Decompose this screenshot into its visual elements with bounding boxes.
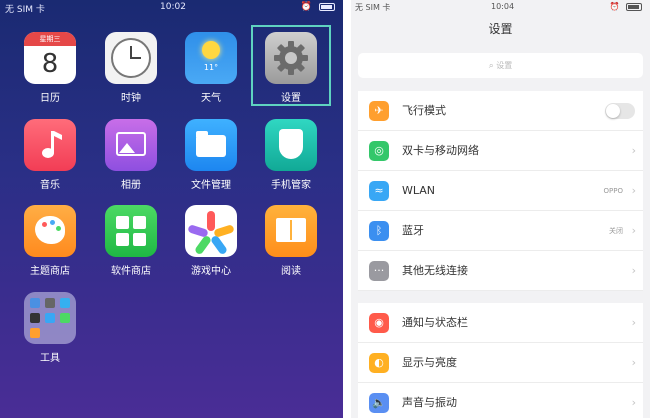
calendar-icon: 星期三 8 [24,32,76,84]
settings-screen: 无 SIM 卡 10:04 ⏰ 设置 ⌕ 设置 ✈ 飞行模式 ◎ 双卡与移动网络… [351,0,650,418]
app-reading[interactable]: 阅读 [256,205,326,277]
wifi-icon: ≈ [369,181,389,201]
chevron-right-icon: › [631,144,636,157]
app-gallery[interactable]: 相册 [96,119,166,191]
settings-item-airplane-mode[interactable]: ✈ 飞行模式 [358,91,643,131]
photo-icon [105,119,157,171]
alarm-icon: ⏰ [300,2,313,12]
wlan-value: OPPO [603,187,623,195]
search-icon: ⌕ [488,61,494,71]
app-software-store[interactable]: 软件商店 [96,205,166,277]
app-phone-manager[interactable]: 手机管家 [256,119,326,191]
app-label: 文件管理 [191,180,231,191]
notification-icon: ◉ [369,313,389,333]
app-theme-store[interactable]: 主题商店 [15,205,85,277]
search-input[interactable]: ⌕ 设置 [358,53,643,78]
app-tools-folder[interactable]: 工具 [15,292,85,364]
screenshot-root: 无 SIM 卡 10:02 ⏰ 星期三 8 日历 时钟 11° 天气 设置 音乐… [0,0,650,418]
weather-icon: 11° [185,32,237,84]
app-label: 日历 [40,93,60,104]
chevron-right-icon: › [631,316,636,329]
weather-temp: 11° [203,63,219,72]
brightness-icon: ◐ [369,353,389,373]
chevron-right-icon: › [631,184,636,197]
home-screen: 无 SIM 卡 10:02 ⏰ 星期三 8 日历 时钟 11° 天气 设置 音乐… [0,0,343,418]
app-file-manager[interactable]: 文件管理 [176,119,246,191]
shield-icon [265,119,317,171]
airplane-mode-toggle[interactable] [605,103,635,119]
settings-item-wlan[interactable]: ≈ WLAN OPPO › [358,171,643,211]
home-carrier-text: 无 SIM 卡 [5,5,45,15]
app-label: 天气 [201,93,221,104]
settings-status-bar: 无 SIM 卡 10:04 ⏰ [351,0,650,14]
settings-item-other-wireless[interactable]: ··· 其他无线连接 › [358,251,643,291]
app-game-center[interactable]: 游戏中心 [176,205,246,277]
settings-item-display[interactable]: ◐ 显示与亮度 › [358,343,643,383]
settings-item-label: 蓝牙 [402,224,424,237]
app-calendar[interactable]: 星期三 8 日历 [15,32,85,104]
chevron-right-icon: › [631,396,636,409]
settings-item-label: 双卡与移动网络 [402,144,479,157]
gear-icon [265,32,317,84]
app-label: 工具 [40,353,60,364]
app-settings[interactable]: 设置 [256,32,326,104]
app-label: 手机管家 [271,180,311,191]
more-dots-icon: ··· [369,261,389,281]
home-time: 10:02 [160,2,186,12]
calendar-weekday: 星期三 [24,32,76,46]
app-label: 音乐 [40,180,60,191]
settings-item-label: 其他无线连接 [402,264,468,277]
airplane-icon: ✈ [369,101,389,121]
settings-item-label: 声音与振动 [402,396,457,409]
chevron-right-icon: › [631,264,636,277]
chevron-right-icon: › [631,224,636,237]
app-label: 主题商店 [30,266,70,277]
clock-icon [105,32,157,84]
folder-tools-icon [24,292,76,344]
palette-icon [24,205,76,257]
home-status-icons: ⏰ [301,2,335,12]
app-weather[interactable]: 11° 天气 [176,32,246,104]
calendar-date: 8 [41,49,59,79]
settings-status-icons: ⏰ [609,2,642,11]
settings-item-sound[interactable]: 🔈 声音与振动 › [358,383,643,418]
settings-item-sim-network[interactable]: ◎ 双卡与移动网络 › [358,131,643,171]
battery-icon [626,2,642,11]
music-note-icon [24,119,76,171]
game-star-icon [185,205,237,257]
settings-item-label: 通知与状态栏 [402,316,468,329]
home-status-bar: 无 SIM 卡 10:02 ⏰ [0,0,343,16]
search-placeholder: 设置 [496,61,513,70]
panel-divider [343,0,351,418]
alarm-icon: ⏰ [609,2,620,11]
section-separator [358,291,643,303]
settings-list: ✈ 飞行模式 ◎ 双卡与移动网络 › ≈ WLAN OPPO › ᛒ 蓝牙 关闭… [358,91,643,418]
settings-item-label: WLAN [402,184,436,197]
settings-item-bluetooth[interactable]: ᛒ 蓝牙 关闭 › [358,211,643,251]
settings-carrier-text: 无 SIM 卡 [355,3,391,12]
bluetooth-icon: ᛒ [369,221,389,241]
settings-item-notifications[interactable]: ◉ 通知与状态栏 › [358,303,643,343]
app-label: 相册 [121,180,141,191]
settings-time: 10:04 [491,2,515,11]
book-icon [265,205,317,257]
settings-item-label: 显示与亮度 [402,356,457,369]
folder-icon [185,119,237,171]
bluetooth-value: 关闭 [609,227,623,235]
app-label: 阅读 [281,266,301,277]
app-label: 时钟 [121,93,141,104]
page-title: 设置 [488,22,513,36]
app-label: 软件商店 [111,266,151,277]
app-clock[interactable]: 时钟 [96,32,166,104]
sim-network-icon: ◎ [369,141,389,161]
settings-item-label: 飞行模式 [402,104,446,117]
chevron-right-icon: › [631,356,636,369]
grid-icon [105,205,157,257]
battery-icon [319,2,335,11]
app-label: 游戏中心 [191,266,231,277]
app-music[interactable]: 音乐 [15,119,85,191]
speaker-icon: 🔈 [369,393,389,413]
app-label: 设置 [281,93,301,104]
